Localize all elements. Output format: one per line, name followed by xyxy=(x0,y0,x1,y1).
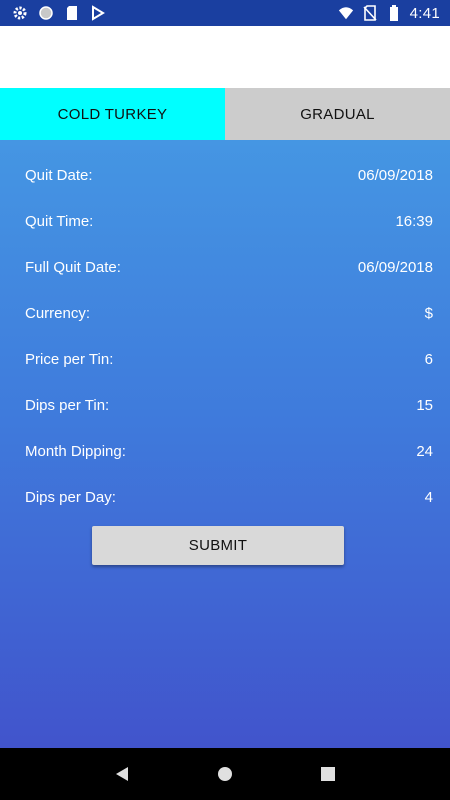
no-sim-icon xyxy=(362,5,378,21)
full-quit-date-label: Full Quit Date: xyxy=(25,258,121,276)
price-per-tin-row[interactable]: Price per Tin: 6 xyxy=(25,347,433,371)
full-quit-date-row[interactable]: Full Quit Date: 06/09/2018 xyxy=(25,255,433,279)
recents-icon[interactable] xyxy=(318,764,338,784)
full-quit-date-value[interactable]: 06/09/2018 xyxy=(358,259,433,276)
month-dipping-row[interactable]: Month Dipping: 24 xyxy=(25,439,433,463)
submit-button[interactable]: SUBMIT xyxy=(92,526,344,565)
system-nav-bar xyxy=(0,748,450,800)
download-check-icon xyxy=(90,5,106,21)
price-per-tin-value[interactable]: 6 xyxy=(425,351,433,368)
sd-card-icon xyxy=(64,5,80,21)
quit-time-label: Quit Time: xyxy=(25,212,94,230)
dips-per-day-row[interactable]: Dips per Day: 4 xyxy=(25,485,433,509)
month-dipping-label: Month Dipping: xyxy=(25,442,126,460)
tab-bar: COLD TURKEY GRADUAL xyxy=(0,88,450,140)
dips-per-tin-label: Dips per Tin: xyxy=(25,396,110,414)
quit-date-row[interactable]: Quit Date: 06/09/2018 xyxy=(25,163,433,187)
tab-label: GRADUAL xyxy=(300,105,375,123)
wifi-icon xyxy=(338,5,354,21)
back-icon[interactable] xyxy=(112,764,132,784)
month-dipping-value[interactable]: 24 xyxy=(416,443,433,460)
tab-gradual[interactable]: GRADUAL xyxy=(225,88,450,140)
dips-per-tin-row[interactable]: Dips per Tin: 15 xyxy=(25,393,433,417)
currency-row[interactable]: Currency: $ xyxy=(25,301,433,325)
status-bar: 4:41 xyxy=(0,0,450,26)
quit-time-value[interactable]: 16:39 xyxy=(395,213,433,230)
price-per-tin-label: Price per Tin: xyxy=(25,350,114,368)
circle-icon xyxy=(38,5,54,21)
home-icon[interactable] xyxy=(215,764,235,784)
gear-icon xyxy=(12,5,28,21)
quit-time-row[interactable]: Quit Time: 16:39 xyxy=(25,209,433,233)
status-left-icons xyxy=(12,5,106,21)
currency-value[interactable]: $ xyxy=(425,305,433,322)
currency-label: Currency: xyxy=(25,304,91,322)
tab-label: COLD TURKEY xyxy=(57,105,168,123)
dips-per-day-value[interactable]: 4 xyxy=(425,489,433,506)
quit-date-value[interactable]: 06/09/2018 xyxy=(358,167,433,184)
quit-date-label: Quit Date: xyxy=(25,166,93,184)
dips-per-day-label: Dips per Day: xyxy=(25,488,116,506)
app-bar xyxy=(0,26,450,88)
quit-form: Quit Date: 06/09/2018 Quit Time: 16:39 F… xyxy=(0,140,450,748)
tab-cold-turkey[interactable]: COLD TURKEY xyxy=(0,88,225,140)
battery-icon xyxy=(386,5,402,21)
status-right-icons: 4:41 xyxy=(338,5,440,22)
status-time: 4:41 xyxy=(409,4,440,22)
dips-per-tin-value[interactable]: 15 xyxy=(416,397,433,414)
